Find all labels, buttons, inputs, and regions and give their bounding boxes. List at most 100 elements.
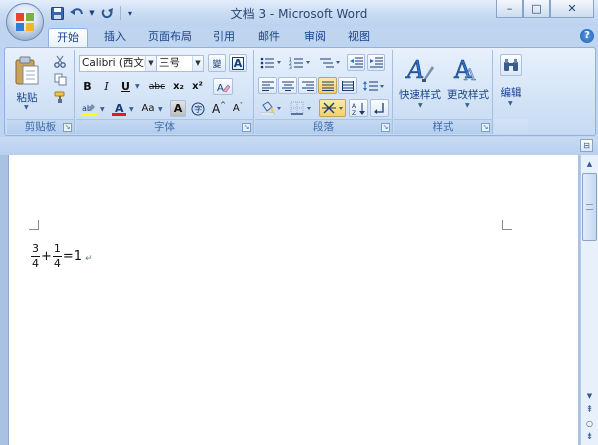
font-launcher-icon[interactable]: ↘ <box>242 123 251 132</box>
editing-dropdown-icon[interactable]: ▼ <box>508 100 513 107</box>
editing-button[interactable]: 编辑 <box>494 85 528 100</box>
grow-font-icon[interactable]: A ^ <box>210 100 228 117</box>
svg-text:A: A <box>405 56 424 84</box>
clear-formatting-icon[interactable]: A <box>213 78 233 95</box>
tab-mailings[interactable]: 邮件 <box>250 28 288 47</box>
minimize-button[interactable]: – <box>496 0 523 18</box>
character-border-icon[interactable]: A <box>229 54 247 72</box>
svg-text:Z: Z <box>352 110 356 115</box>
align-center-icon[interactable] <box>278 77 297 94</box>
format-painter-icon[interactable] <box>51 89 69 106</box>
change-styles-dropdown-icon[interactable]: ▼ <box>465 102 470 109</box>
vertical-scrollbar[interactable]: ▲ ▼ ⇞ ○ ⇟ <box>580 155 598 445</box>
paragraph-launcher-icon[interactable]: ↘ <box>381 123 390 132</box>
scroll-up-arrow-icon[interactable]: ▲ <box>582 157 597 171</box>
cut-icon[interactable] <box>51 53 69 70</box>
chinese-layout-icon[interactable] <box>319 99 346 117</box>
previous-page-icon[interactable]: ⇞ <box>582 403 597 417</box>
bold-button[interactable]: B <box>79 78 96 95</box>
borders-icon[interactable] <box>288 99 314 117</box>
align-right-icon[interactable] <box>298 77 317 94</box>
group-label-styles: 样式 <box>394 119 492 134</box>
font-color-icon[interactable]: A <box>110 100 128 117</box>
change-styles-button[interactable]: 更改样式 <box>443 87 493 102</box>
distributed-align-icon[interactable] <box>338 77 357 94</box>
styles-launcher-icon[interactable]: ↘ <box>481 123 490 132</box>
help-icon[interactable]: ? <box>580 29 594 43</box>
scrollbar-grip <box>586 204 593 210</box>
font-name-dropdown-icon[interactable]: ▼ <box>145 56 156 71</box>
scrollbar-thumb[interactable] <box>582 173 597 241</box>
font-name-value: Calibri (西文i <box>82 57 147 69</box>
font-color-dropdown-icon[interactable]: ▼ <box>129 106 134 113</box>
numbering-icon[interactable]: 123 <box>287 54 315 71</box>
align-left-icon[interactable] <box>258 77 277 94</box>
view-ruler-icon[interactable]: ⊟ <box>580 139 593 152</box>
tab-insert[interactable]: 插入 <box>96 28 134 47</box>
equals-result: =1 <box>62 249 83 264</box>
next-page-icon[interactable]: ⇟ <box>582 430 597 444</box>
superscript-button[interactable]: x² <box>189 78 206 95</box>
italic-button[interactable]: I <box>98 78 115 95</box>
close-button[interactable]: ✕ <box>550 0 594 18</box>
shrink-font-icon[interactable]: Aˇ <box>229 100 247 117</box>
group-clipboard: 粘贴 ▼ 剪贴板 ↘ <box>7 50 75 134</box>
clipboard-launcher-icon[interactable]: ↘ <box>63 123 72 132</box>
group-font: Calibri (西文i ▼ 三号 ▼ 變 A B I U ▼ abc x₂ x… <box>76 50 254 134</box>
change-case-dropdown-icon[interactable]: ▼ <box>158 106 163 113</box>
paste-icon[interactable] <box>10 52 44 90</box>
equation[interactable]: 3 4 + 1 4 =1 ↵ <box>31 243 93 270</box>
window-controls: – □ ✕ <box>496 0 594 18</box>
justify-icon[interactable] <box>318 77 337 94</box>
office-button[interactable] <box>6 3 44 41</box>
quick-styles-icon[interactable]: A <box>403 52 437 86</box>
highlight-dropdown-icon[interactable]: ▼ <box>100 106 105 113</box>
page-corner-mark-top-left <box>29 220 39 230</box>
shading-icon[interactable] <box>258 99 284 117</box>
tab-page-layout[interactable]: 页面布局 <box>140 28 200 47</box>
strikethrough-button[interactable]: abc <box>146 78 168 95</box>
line-spacing-icon[interactable] <box>361 77 387 94</box>
increase-indent-icon[interactable] <box>367 54 385 71</box>
fraction-2: 1 4 <box>52 243 62 270</box>
decrease-indent-icon[interactable] <box>347 54 365 71</box>
quick-styles-button[interactable]: 快速样式 <box>395 87 445 102</box>
enclose-characters-icon[interactable]: 字 <box>189 100 207 117</box>
bullets-icon[interactable] <box>258 54 286 71</box>
text-highlight-icon[interactable]: ab <box>79 100 99 117</box>
font-name-combo[interactable]: Calibri (西文i ▼ <box>79 55 157 72</box>
underline-dropdown-icon[interactable]: ▼ <box>135 83 140 90</box>
scroll-down-arrow-icon[interactable]: ▼ <box>582 389 597 403</box>
sort-icon[interactable]: AZ <box>349 99 368 117</box>
fraction-1-numerator: 3 <box>32 242 39 255</box>
svg-text:字: 字 <box>194 104 202 114</box>
binoculars-icon[interactable] <box>500 54 522 76</box>
change-styles-icon[interactable]: AA <box>450 52 484 86</box>
paste-button[interactable]: 粘贴 <box>9 90 45 105</box>
office-logo-icon <box>16 13 34 31</box>
tab-review[interactable]: 审阅 <box>296 28 334 47</box>
font-size-combo[interactable]: 三号 ▼ <box>156 55 204 72</box>
select-browse-object-icon[interactable]: ○ <box>582 417 597 431</box>
title-bar: ▼ ▾ 文档 3 - Microsoft Word – □ ✕ <box>0 0 598 26</box>
character-shading-icon[interactable]: A <box>170 100 186 117</box>
tab-home[interactable]: 开始 <box>48 28 88 47</box>
underline-button[interactable]: U <box>117 78 134 95</box>
multilevel-list-icon[interactable] <box>317 54 345 71</box>
document-page[interactable]: 3 4 + 1 4 =1 ↵ <box>8 155 578 445</box>
group-paragraph: 123 A Z 段落 ↘ <box>255 50 393 134</box>
maximize-button[interactable]: □ <box>523 0 550 18</box>
tab-references[interactable]: 引用 <box>205 28 243 47</box>
tab-view[interactable]: 视图 <box>340 28 378 47</box>
group-label-paragraph: 段落 <box>255 119 392 134</box>
phonetic-guide-icon[interactable]: 變 <box>208 54 226 72</box>
quick-styles-dropdown-icon[interactable]: ▼ <box>418 102 423 109</box>
copy-icon[interactable] <box>51 71 69 88</box>
group-editing: 编辑 ▼ <box>494 50 528 134</box>
font-size-dropdown-icon[interactable]: ▼ <box>192 56 203 71</box>
paste-dropdown-icon[interactable]: ▼ <box>24 104 29 111</box>
fraction-1-denominator: 4 <box>32 257 39 270</box>
subscript-button[interactable]: x₂ <box>170 78 187 95</box>
change-case-button[interactable]: Aa <box>138 100 158 117</box>
show-marks-icon[interactable] <box>370 99 389 117</box>
